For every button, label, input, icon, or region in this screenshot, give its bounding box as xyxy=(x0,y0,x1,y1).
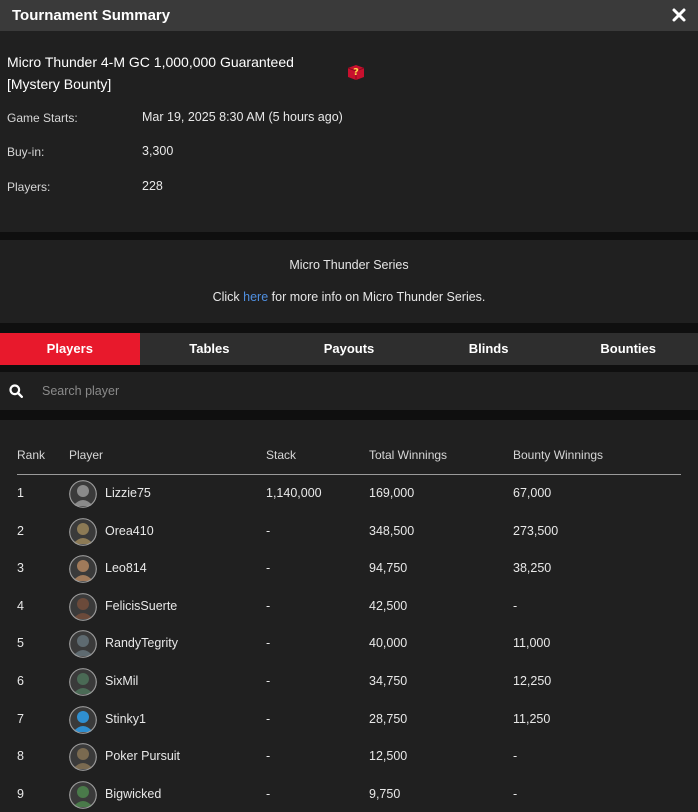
series-info: Click here for more info on Micro Thunde… xyxy=(0,290,698,304)
window-title: Tournament Summary xyxy=(12,7,171,24)
bounty-winnings-cell: 38,250 xyxy=(513,561,552,576)
rank-cell: 8 xyxy=(17,749,24,764)
series-info-suffix: for more info on Micro Thunder Series. xyxy=(268,290,486,304)
player-name-cell: Stinky1 xyxy=(105,711,146,726)
players-table: Rank Player Stack Total Winnings Bounty … xyxy=(0,420,698,812)
table-row[interactable]: 5 RandyTegrity - 40,000 11,000 xyxy=(0,625,698,663)
buy-in-value: 3,300 xyxy=(142,144,174,158)
title-bar: Tournament Summary xyxy=(0,0,698,31)
total-winnings-cell: 28,750 xyxy=(369,711,408,726)
series-panel: Micro Thunder Series Click here for more… xyxy=(0,240,698,323)
rank-cell: 3 xyxy=(17,561,24,576)
game-starts-value: Mar 19, 2025 8:30 AM (5 hours ago) xyxy=(142,110,343,124)
tournament-name: Micro Thunder 4-M GC 1,000,000 Guarantee… xyxy=(7,54,294,92)
table-header: Rank Player Stack Total Winnings Bounty … xyxy=(17,448,681,475)
avatar xyxy=(69,743,97,772)
bounty-winnings-cell: - xyxy=(513,749,518,764)
total-winnings-cell: 40,000 xyxy=(369,636,408,651)
stack-cell: - xyxy=(266,523,271,538)
column-header-rank: Rank xyxy=(17,448,46,462)
tab-bounties[interactable]: Bounties xyxy=(558,333,698,365)
bounty-winnings-cell: 11,250 xyxy=(513,711,551,726)
rank-cell: 7 xyxy=(17,711,24,726)
series-info-link[interactable]: here xyxy=(243,290,268,304)
avatar xyxy=(69,668,97,696)
table-row[interactable]: 3 Leo814 - 94,750 38,250 xyxy=(0,550,698,588)
stack-cell: - xyxy=(266,636,271,651)
series-name: Micro Thunder Series xyxy=(289,258,409,272)
search-input[interactable] xyxy=(34,378,674,404)
tab-players[interactable]: Players xyxy=(0,333,140,365)
rank-cell: 4 xyxy=(17,598,24,613)
total-winnings-cell: 42,500 xyxy=(369,598,408,613)
player-name-cell: Lizzie75 xyxy=(105,486,151,500)
avatar xyxy=(69,780,97,809)
stack-cell: - xyxy=(266,561,271,576)
rank-cell: 9 xyxy=(17,786,24,801)
close-icon[interactable] xyxy=(670,6,688,24)
bounty-winnings-cell: 11,000 xyxy=(513,636,551,651)
rank-cell: 5 xyxy=(17,636,24,651)
tournament-info-panel: Micro Thunder 4-M GC 1,000,000 Guarantee… xyxy=(0,31,698,232)
table-row[interactable]: 8 Poker Pursuit - 12,500 - xyxy=(0,738,698,776)
bounty-winnings-cell: 67,000 xyxy=(513,486,552,500)
player-name-cell: Orea410 xyxy=(105,523,154,538)
total-winnings-cell: 9,750 xyxy=(369,786,401,801)
player-name-cell: RandyTegrity xyxy=(105,636,178,651)
player-name-cell: SixMil xyxy=(105,674,139,688)
column-header-total-winnings: Total Winnings xyxy=(369,448,448,462)
bounty-winnings-cell: 12,250 xyxy=(513,674,552,688)
bounty-winnings-cell: - xyxy=(513,598,518,613)
avatar xyxy=(69,555,97,584)
player-name-cell: Poker Pursuit xyxy=(105,749,181,764)
buy-in-label: Buy-in: xyxy=(7,145,45,159)
total-winnings-cell: 348,500 xyxy=(369,523,415,538)
search-icon xyxy=(9,384,23,398)
table-row[interactable]: 7 Stinky1 - 28,750 11,250 xyxy=(0,701,698,739)
stack-cell: - xyxy=(266,598,271,613)
avatar xyxy=(69,480,97,508)
column-header-player: Player xyxy=(69,448,104,462)
rank-cell: 1 xyxy=(17,486,24,500)
avatar xyxy=(69,705,97,734)
bounty-winnings-cell: - xyxy=(513,786,518,801)
total-winnings-cell: 169,000 xyxy=(369,486,415,500)
tab-payouts[interactable]: Payouts xyxy=(279,333,419,365)
rank-cell: 6 xyxy=(17,674,24,688)
column-header-bounty-winnings: Bounty Winnings xyxy=(513,448,604,462)
table-row[interactable]: 4 FelicisSuerte - 42,500 - xyxy=(0,588,698,626)
stack-cell: - xyxy=(266,749,271,764)
player-name-cell: Bigwicked xyxy=(105,786,162,801)
player-name-cell: Leo814 xyxy=(105,561,147,576)
table-row[interactable]: 2 Orea410 - 348,500 273,500 xyxy=(0,513,698,551)
avatar xyxy=(69,517,97,546)
search-bar xyxy=(0,372,698,410)
svg-text:?: ? xyxy=(353,67,359,78)
players-label: Players: xyxy=(7,180,51,194)
stack-cell: - xyxy=(266,674,271,688)
tab-blinds[interactable]: Blinds xyxy=(419,333,559,365)
player-name-cell: FelicisSuerte xyxy=(105,598,178,613)
table-row[interactable]: 6 SixMil - 34,750 12,250 xyxy=(0,663,698,701)
table-row[interactable]: 9 Bigwicked - 9,750 - xyxy=(0,776,698,812)
avatar xyxy=(69,592,97,621)
total-winnings-cell: 34,750 xyxy=(369,674,408,688)
rank-cell: 2 xyxy=(17,523,24,538)
mystery-bounty-icon: ? xyxy=(347,65,365,80)
table-row[interactable]: 1 Lizzie75 1,140,000 169,000 67,000 xyxy=(0,475,698,513)
stack-cell: - xyxy=(266,786,271,801)
stack-cell: 1,140,000 xyxy=(266,486,322,500)
bounty-winnings-cell: 273,500 xyxy=(513,523,559,538)
game-starts-label: Game Starts: xyxy=(7,111,78,125)
avatar xyxy=(69,630,97,659)
tab-bar: Players Tables Payouts Blinds Bounties xyxy=(0,333,698,365)
players-value: 228 xyxy=(142,179,163,193)
total-winnings-cell: 94,750 xyxy=(369,561,408,576)
series-info-prefix: Click xyxy=(212,290,244,304)
tab-tables[interactable]: Tables xyxy=(140,333,280,365)
stack-cell: - xyxy=(266,711,271,726)
total-winnings-cell: 12,500 xyxy=(369,749,408,764)
column-header-stack: Stack xyxy=(266,448,297,462)
